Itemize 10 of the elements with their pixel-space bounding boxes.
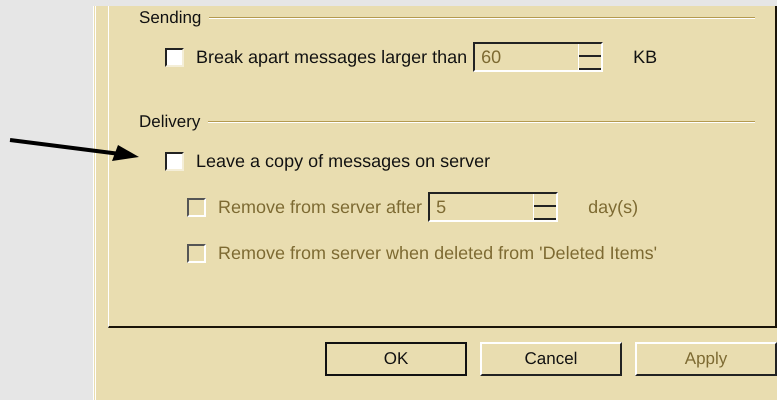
checkbox[interactable] [165,152,184,170]
dialog-button[interactable]: OK [325,342,467,376]
group-title: Delivery [139,112,200,132]
checkbox-label[interactable]: Leave a copy of messages on server [196,150,490,172]
dialog-button[interactable]: Cancel [480,342,622,376]
unit-label: KB [633,46,658,68]
group-title: Sending [139,8,202,28]
checkbox-label[interactable]: Break apart messages larger than [196,46,468,68]
unit-label: day(s) [588,196,638,218]
checkbox[interactable] [165,48,184,66]
